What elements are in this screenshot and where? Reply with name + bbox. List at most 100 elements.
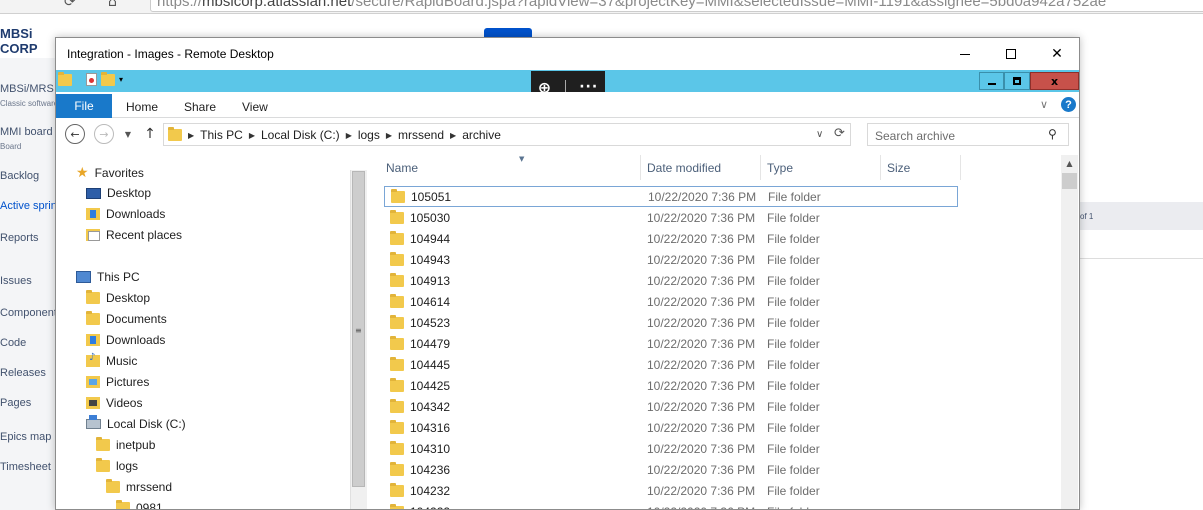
window-titlebar[interactable]: Integration - Images - Remote Desktop ✕ — [56, 38, 1079, 70]
column-header-name[interactable]: ▼ Name — [380, 155, 641, 180]
search-icon[interactable]: ⚲ — [1048, 127, 1057, 141]
file-row[interactable]: 104342 10/22/2020 7:36 PM File folder — [384, 396, 958, 417]
minimize-button[interactable] — [942, 38, 988, 70]
close-button[interactable]: ✕ — [1034, 38, 1079, 70]
file-row[interactable]: 104944 10/22/2020 7:36 PM File folder — [384, 228, 958, 249]
file-row[interactable]: 104316 10/22/2020 7:36 PM File folder — [384, 417, 958, 438]
file-row[interactable]: 104614 10/22/2020 7:36 PM File folder — [384, 291, 958, 312]
nav-pc-videos[interactable]: Videos — [86, 396, 142, 410]
jira-sidebar-item[interactable]: Backlog — [0, 170, 39, 182]
nav-pc-downloads[interactable]: Downloads — [86, 333, 165, 347]
file-row[interactable]: 104425 10/22/2020 7:36 PM File folder — [384, 375, 958, 396]
tab-home[interactable]: Home — [126, 100, 158, 114]
explorer-close-button[interactable]: x — [1030, 72, 1079, 90]
nav-label: mrssend — [126, 480, 173, 494]
refresh-icon[interactable]: ⟳ — [834, 126, 845, 141]
file-type: File folder — [767, 294, 820, 309]
nav-label: inetpub — [116, 438, 156, 452]
chevron-down-icon[interactable]: ▾ — [119, 75, 123, 84]
tab-file[interactable]: File — [56, 94, 112, 118]
file-name-cell: 104236 — [390, 461, 450, 477]
home-icon[interactable]: ⌂ — [108, 0, 117, 10]
chevron-right-icon[interactable]: ▶ — [249, 131, 255, 140]
file-name: 105030 — [410, 210, 451, 225]
nav-this-pc[interactable]: This PC — [76, 270, 140, 284]
file-row[interactable]: 104236 10/22/2020 7:36 PM File folder — [384, 459, 958, 480]
tab-share[interactable]: Share — [184, 100, 216, 114]
file-row[interactable]: 104913 10/22/2020 7:36 PM File folder — [384, 270, 958, 291]
chevron-right-icon[interactable]: ▶ — [346, 131, 352, 140]
jira-sidebar-item[interactable]: Pages — [0, 397, 31, 409]
breadcrumb-archive[interactable]: archive — [462, 128, 501, 142]
explorer-minimize-button[interactable] — [979, 72, 1004, 90]
expand-ribbon-icon[interactable]: ∨ — [1040, 98, 1048, 111]
jira-sidebar-item[interactable]: Epics map — [0, 431, 51, 443]
nav-inetpub[interactable]: inetpub — [96, 437, 156, 452]
explorer-restore-button[interactable] — [1004, 72, 1030, 90]
file-row[interactable]: 104523 10/22/2020 7:36 PM File folder — [384, 312, 958, 333]
file-row[interactable]: 104310 10/22/2020 7:36 PM File folder — [384, 438, 958, 459]
file-date: 10/22/2020 7:36 PM — [647, 273, 756, 288]
forward-button[interactable]: → — [94, 124, 114, 144]
breadcrumb-local-disk[interactable]: Local Disk (C:) — [261, 128, 340, 142]
jira-sidebar-item[interactable]: Code — [0, 337, 26, 349]
search-input[interactable]: Search archive ⚲ — [867, 123, 1069, 146]
back-button[interactable]: ← — [65, 124, 85, 144]
nav-favorites[interactable]: ★ Favorites — [76, 165, 144, 181]
breadcrumb-mrssend[interactable]: mrssend — [398, 128, 444, 142]
nav-pc-desktop[interactable]: Desktop — [86, 290, 150, 305]
recent-locations-button[interactable]: ▼ — [118, 124, 138, 144]
jira-board-name[interactable]: MMI board — [0, 126, 53, 138]
reload-icon[interactable]: ⟳ — [64, 0, 76, 10]
tab-view[interactable]: View — [242, 100, 268, 114]
nav-pc-local-disk[interactable]: Local Disk (C:) — [86, 415, 186, 431]
screen: ⟳ ⌂ https://mbsicorp.atlassian.net/secur… — [0, 0, 1203, 510]
help-icon[interactable]: ? — [1061, 97, 1076, 112]
nav-pc-music[interactable]: Music — [86, 352, 137, 368]
up-button[interactable]: ↑ — [140, 124, 160, 144]
nav-favorites-downloads[interactable]: Downloads — [86, 207, 165, 221]
chevron-right-icon[interactable]: ▶ — [450, 131, 456, 140]
folder-icon — [390, 461, 404, 476]
address-bar[interactable]: ▶ This PC ▶ Local Disk (C:) ▶ logs ▶ mrs… — [163, 123, 851, 146]
file-row[interactable]: 105030 10/22/2020 7:36 PM File folder — [384, 207, 958, 228]
nav-mrssend[interactable]: mrssend — [106, 479, 173, 494]
jira-sidebar-item[interactable]: Issues — [0, 275, 32, 287]
chevron-right-icon[interactable]: ▶ — [386, 131, 392, 140]
file-row[interactable]: 104943 10/22/2020 7:36 PM File folder — [384, 249, 958, 270]
file-row[interactable]: 104232 10/22/2020 7:36 PM File folder — [384, 480, 958, 501]
column-header-date[interactable]: Date modified — [641, 155, 761, 180]
nav-pc-pictures[interactable]: Pictures — [86, 375, 149, 389]
nav-0981[interactable]: 0981 — [116, 500, 163, 509]
file-row[interactable]: 105051 10/22/2020 7:36 PM File folder — [384, 186, 958, 207]
jira-sidebar-item[interactable]: Releases — [0, 367, 46, 379]
file-list-scrollbar[interactable]: ▲ — [1061, 155, 1078, 509]
browser-url-bar[interactable]: https://mbsicorp.atlassian.net/secure/Ra… — [150, 0, 1203, 12]
new-folder-icon[interactable] — [101, 71, 115, 86]
nav-pc-documents[interactable]: Documents — [86, 311, 167, 326]
column-header-type[interactable]: Type — [761, 155, 881, 180]
file-row[interactable]: 104445 10/22/2020 7:36 PM File folder — [384, 354, 958, 375]
column-header-size[interactable]: Size — [881, 155, 961, 180]
file-list-scroll-thumb[interactable] — [1062, 173, 1077, 189]
file-name-cell: 104479 — [390, 335, 450, 351]
chevron-right-icon[interactable]: ▶ — [188, 131, 194, 140]
nav-favorites-recent[interactable]: Recent places — [86, 228, 182, 242]
address-history-icon[interactable]: ∨ — [816, 129, 823, 140]
nav-logs[interactable]: logs — [96, 458, 138, 473]
file-row[interactable]: 104222 10/22/2020 7:36 PM File folder — [384, 501, 958, 509]
jira-project-name[interactable]: MBSi/MRS — [0, 83, 54, 95]
file-date: 10/22/2020 7:36 PM — [647, 315, 756, 330]
breadcrumb-this-pc[interactable]: This PC — [200, 128, 243, 142]
scroll-up-icon[interactable]: ▲ — [1061, 155, 1078, 172]
jira-sidebar-item[interactable]: Timesheet — [0, 461, 51, 473]
jira-pagination-text: of 1 — [1080, 212, 1094, 221]
file-row[interactable]: 104479 10/22/2020 7:36 PM File folder — [384, 333, 958, 354]
nav-favorites-desktop[interactable]: Desktop — [86, 186, 151, 200]
breadcrumb-logs[interactable]: logs — [358, 128, 380, 142]
jira-sidebar-item[interactable]: Components — [0, 307, 62, 319]
maximize-icon — [1006, 49, 1016, 59]
properties-icon[interactable] — [86, 73, 97, 86]
maximize-button[interactable] — [988, 38, 1034, 70]
jira-sidebar-item[interactable]: Reports — [0, 232, 39, 244]
